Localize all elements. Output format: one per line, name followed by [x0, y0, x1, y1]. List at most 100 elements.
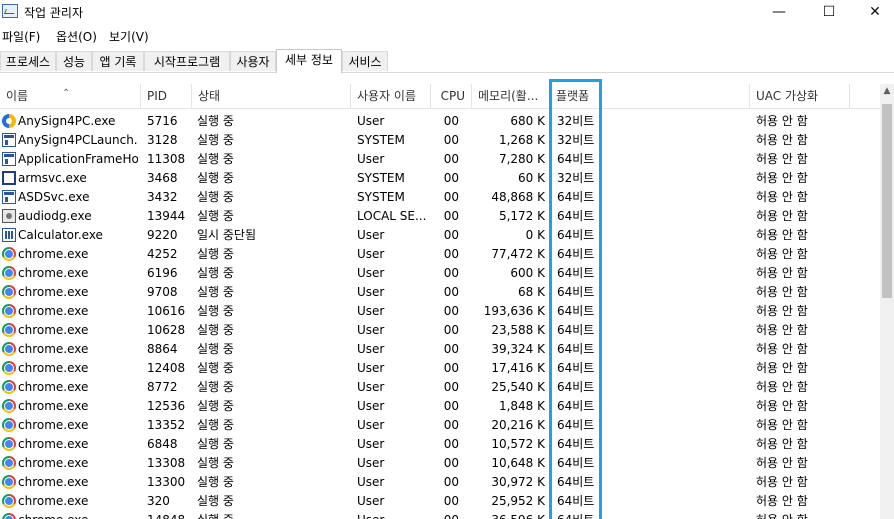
chrome-icon	[2, 342, 16, 356]
chrome-icon	[2, 513, 16, 519]
process-platform: 64비트	[557, 494, 595, 508]
column-header-status[interactable]: 상태	[192, 84, 351, 108]
process-uac: 허용 안 함	[756, 304, 808, 318]
tab-processes[interactable]: 프로세스	[0, 51, 56, 71]
process-uac: 허용 안 함	[756, 475, 808, 489]
tab-strip: 프로세스 성능 앱 기록 시작프로그램 사용자 세부 정보 서비스	[0, 49, 894, 73]
process-memory: 193,636 K	[483, 304, 545, 318]
process-status: 실행 중	[197, 209, 234, 223]
tab-services[interactable]: 서비스	[342, 51, 388, 71]
menu-view[interactable]: 보기(V)	[109, 28, 149, 45]
table-row[interactable]: ASDSvc.exe 3432 실행 중 SYSTEM 00 48,868 K 64비트 허용…	[0, 188, 880, 207]
column-header-uac[interactable]: UAC 가상화	[750, 84, 850, 108]
chrome-icon	[2, 304, 16, 318]
column-header-memory[interactable]: 메모리(활...	[472, 84, 550, 108]
chrome-icon	[2, 266, 16, 280]
process-uac: 허용 안 함	[756, 266, 808, 280]
process-platform: 64비트	[557, 399, 595, 413]
table-row[interactable]: ApplicationFrameHo... 11308 실행 중 User 00 7,28…	[0, 150, 880, 169]
table-row[interactable]: chrome.exe 9708 실행 중 User 00 68 K 64비트 허용 안 함	[0, 283, 880, 302]
tab-app-history[interactable]: 앱 기록	[92, 51, 144, 71]
table-row[interactable]: chrome.exe 6848 실행 중 User 00 10,572 K 64비트 허용 안…	[0, 435, 880, 454]
process-cpu: 00	[443, 456, 459, 470]
tab-users[interactable]: 사용자	[230, 51, 276, 71]
table-row[interactable]: AnySign4PCLaunch... 3128 실행 중 SYSTEM 00 1,268…	[0, 131, 880, 150]
table-row[interactable]: chrome.exe 13300 실행 중 User 00 30,972 K 64비트 허용 …	[0, 473, 880, 492]
process-pid: 11308	[147, 152, 186, 166]
process-user: User	[357, 511, 429, 519]
process-cpu: 00	[443, 304, 459, 318]
process-platform: 64비트	[557, 304, 595, 318]
table-row[interactable]: armsvc.exe 3468 실행 중 SYSTEM 00 60 K 32비트 허용 안 함	[0, 169, 880, 188]
process-memory: 10,648 K	[491, 456, 545, 470]
process-platform: 64비트	[557, 266, 595, 280]
process-cpu: 00	[443, 247, 459, 261]
scroll-up-arrow-icon[interactable]: ▲	[880, 86, 894, 96]
table-row[interactable]: chrome.exe 12408 실행 중 User 00 17,416 K 64비트 허용 …	[0, 359, 880, 378]
window-title: 작업 관리자	[24, 6, 84, 20]
minimize-button[interactable]: —	[756, 0, 802, 24]
table-row[interactable]: chrome.exe 13352 실행 중 User 00 20,216 K 64비트 허용 …	[0, 416, 880, 435]
table-row[interactable]: chrome.exe 13308 실행 중 User 00 10,648 K 64비트 허용 …	[0, 454, 880, 473]
table-row[interactable]: AnySign4PC.exe 5716 실행 중 User 00 680 K 32비트 허용 …	[0, 112, 880, 131]
process-pid: 13352	[147, 418, 186, 432]
process-uac: 허용 안 함	[756, 380, 808, 394]
process-memory: 0 K	[525, 228, 545, 242]
process-memory: 1,848 K	[498, 399, 545, 413]
column-header-platform[interactable]: 플랫폼	[550, 84, 750, 108]
table-row[interactable]: chrome.exe 10616 실행 중 User 00 193,636 K 64비트 허용…	[0, 302, 880, 321]
process-status: 실행 중	[197, 418, 234, 432]
maximize-button[interactable]: ☐	[806, 0, 852, 24]
process-cpu: 00	[443, 114, 459, 128]
table-row[interactable]: chrome.exe 320 실행 중 User 00 25,952 K 64비트 허용 안 …	[0, 492, 880, 511]
process-name: chrome.exe	[18, 247, 89, 261]
process-uac: 허용 안 함	[756, 323, 808, 337]
process-pid: 4252	[147, 247, 178, 261]
process-cpu: 00	[443, 437, 459, 451]
process-cpu: 00	[443, 342, 459, 356]
process-user: User	[357, 266, 385, 280]
process-uac: 허용 안 함	[756, 133, 808, 147]
process-platform: 64비트	[557, 475, 595, 489]
menu-bar: 파일(F) 옵션(O) 보기(V)	[0, 26, 894, 46]
process-details-table: 이름 ⌃ PID 상태 사용자 이름 CPU 메모리(활... 플랫폼 UAC …	[0, 84, 894, 519]
table-row[interactable]: chrome.exe 6196 실행 중 User 00 600 K 64비트 허용 안 함	[0, 264, 880, 283]
process-name: chrome.exe	[18, 380, 89, 394]
table-row[interactable]: chrome.exe 10628 실행 중 User 00 23,588 K 64비트 허용 …	[0, 321, 880, 340]
menu-options[interactable]: 옵션(O)	[56, 28, 97, 45]
column-header-pid[interactable]: PID	[141, 84, 192, 108]
tab-performance[interactable]: 성능	[56, 51, 92, 71]
process-platform: 64비트	[557, 418, 595, 432]
process-cpu: 00	[443, 228, 459, 242]
chrome-icon	[2, 437, 16, 451]
process-pid: 320	[147, 494, 170, 508]
process-memory: 39,324 K	[491, 342, 545, 356]
process-user: User	[357, 152, 385, 166]
column-header-user[interactable]: 사용자 이름	[351, 84, 431, 108]
process-platform: 64비트	[557, 361, 595, 375]
process-user: User	[357, 456, 385, 470]
tab-startup[interactable]: 시작프로그램	[144, 51, 230, 71]
process-memory: 5,172 K	[498, 209, 545, 223]
app-window-icon	[2, 133, 16, 147]
table-row[interactable]: chrome.exe 8864 실행 중 User 00 39,324 K 64비트 허용 안…	[0, 340, 880, 359]
table-row[interactable]: chrome.exe 8772 실행 중 User 00 25,540 K 64비트 허용 안…	[0, 378, 880, 397]
process-platform: 64비트	[557, 380, 595, 394]
table-row[interactable]: audiodg.exe 13944 실행 중 LOCAL SE... 00 5,172 K…	[0, 207, 880, 226]
menu-file[interactable]: 파일(F)	[2, 28, 40, 45]
process-platform: 64비트	[557, 190, 595, 204]
close-button[interactable]: ✕	[852, 0, 894, 24]
table-row[interactable]: Calculator.exe 9220 일시 중단됨 User 00 0 K 64비트 허용 …	[0, 226, 880, 245]
table-row[interactable]: chrome.exe 14848 실행 중 User00 36,596 K 64비트 허용 …	[0, 511, 880, 519]
process-name: chrome.exe	[18, 361, 89, 375]
process-memory: 68 K	[518, 285, 545, 299]
process-platform: 64비트	[557, 285, 595, 299]
table-row[interactable]: chrome.exe 12536 실행 중 User 00 1,848 K 64비트 허용 안…	[0, 397, 880, 416]
vertical-scrollbar[interactable]: ▲	[880, 84, 894, 519]
tab-details[interactable]: 세부 정보	[276, 49, 342, 73]
column-header-cpu[interactable]: CPU	[431, 84, 472, 108]
table-row[interactable]: chrome.exe 4252 실행 중 User 00 77,472 K 64비트 허용 안…	[0, 245, 880, 264]
scrollbar-thumb[interactable]	[882, 104, 892, 298]
chrome-icon	[2, 494, 16, 508]
column-header-name[interactable]: 이름 ⌃	[0, 84, 141, 108]
